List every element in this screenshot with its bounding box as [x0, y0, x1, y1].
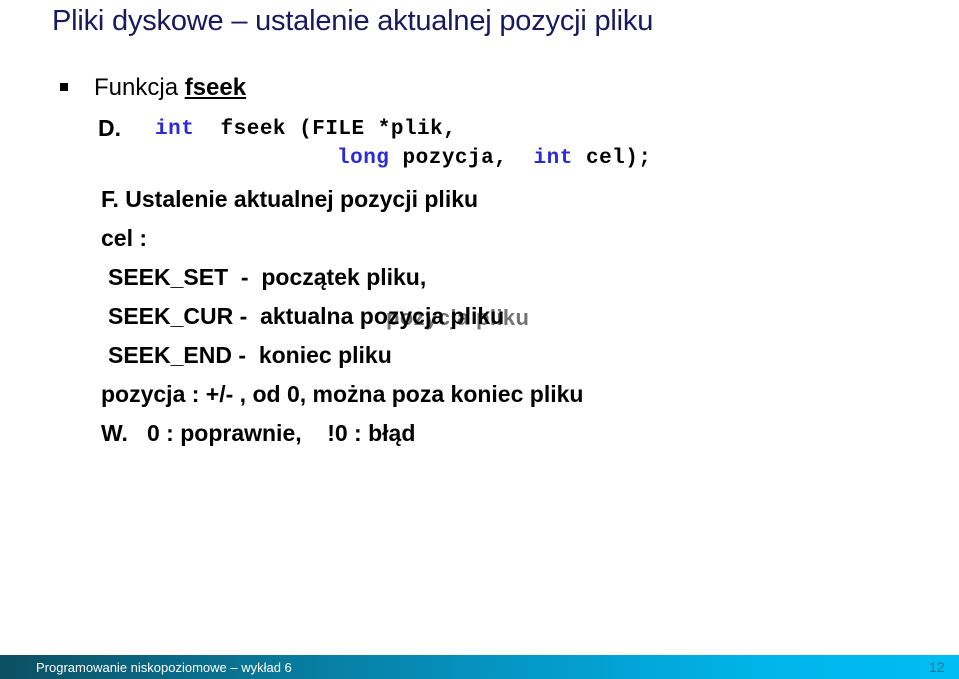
code-signature-line-2: long pozycja, int cel);	[337, 147, 651, 170]
code-keyword-int-2: int	[533, 147, 573, 170]
bullet-text-prefix: Funkcja	[94, 74, 185, 101]
slide-canvas: Pliki dyskowe – ustalenie aktualnej pozy…	[0, 0, 959, 679]
bullet-item-funkcja-fseek: Funkcja fseek	[60, 74, 246, 102]
text-line-pozycja: pozycja : +/- , od 0, można poza koniec …	[101, 381, 584, 407]
code-line-2-mid: pozycja,	[389, 147, 534, 170]
code-list-label-d: D.	[98, 115, 121, 141]
text-line-seek-cur-ghost-overlay: pozycja pliku	[386, 305, 530, 330]
bullet-item-label: Funkcja fseek	[94, 74, 246, 102]
text-line-seek-end: SEEK_END - koniec pliku	[108, 342, 392, 368]
code-keyword-long: long	[337, 147, 390, 170]
footer-course-label: Programowanie niskopoziomowe – wykład 6	[36, 660, 292, 675]
code-line-2-rest: cel);	[572, 147, 652, 170]
footer-page-number: 12	[929, 659, 945, 675]
page-title: Pliki dyskowe – ustalenie aktualnej pozy…	[52, 5, 654, 37]
bullet-keyword-fseek: fseek	[184, 74, 247, 101]
text-line-cel-label: cel :	[101, 225, 148, 251]
code-signature-line-1: int fseek (FILE *plik,	[155, 118, 456, 141]
square-bullet-icon	[60, 83, 68, 91]
text-line-seek-set: SEEK_SET - początek pliku,	[108, 264, 427, 290]
code-line-1-rest: fseek (FILE *plik,	[194, 118, 457, 141]
text-line-f-heading: F. Ustalenie aktualnej pozycji pliku	[101, 186, 479, 212]
code-keyword-int: int	[155, 118, 195, 141]
text-line-return-value: W. 0 : poprawnie, !0 : błąd	[101, 420, 416, 446]
